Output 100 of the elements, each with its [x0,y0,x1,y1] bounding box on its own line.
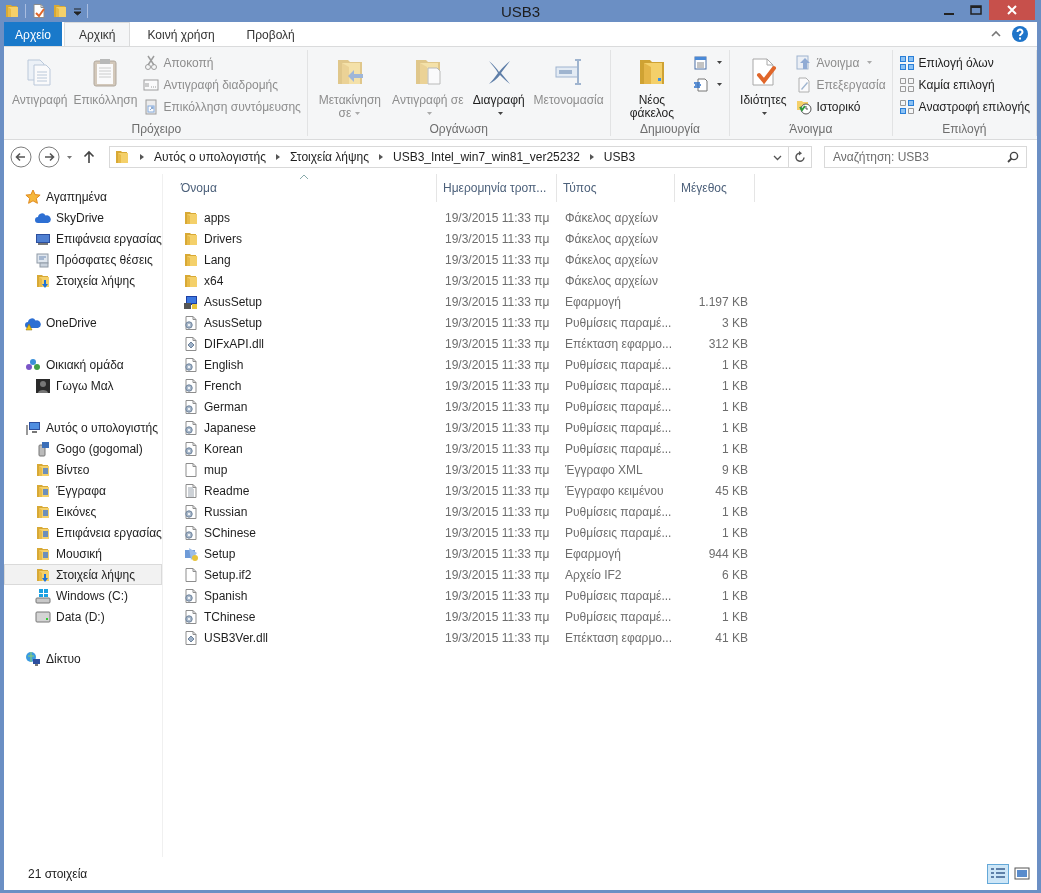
date-cell-text: 19/3/2015 11:33 πμ [444,209,551,227]
file-name[interactable]: Drivers [204,231,242,246]
invert-selection-icon [898,98,915,115]
ribbon-button[interactable]: Ιδιότητες [734,50,793,122]
up-arrow-icon[interactable] [83,150,95,164]
file-name[interactable]: USB3Ver.dll [204,630,269,645]
file-name[interactable]: English [204,357,244,372]
file-name[interactable]: Readme [204,483,250,498]
file-name[interactable]: DIFxAPI.dll [204,336,264,351]
nav-item[interactable]: Αυτός ο υπολογιστής [4,417,162,438]
close-button[interactable] [989,0,1035,20]
library-folder-icon [35,461,51,478]
close-icon [1006,5,1018,15]
date-cell-text: 19/3/2015 11:33 πμ [444,587,551,605]
file-name[interactable]: mup [204,462,228,477]
file-name[interactable]: Setup.if2 [204,567,252,582]
scissors-icon [143,54,160,71]
settings-file-icon [183,356,199,373]
size-cell-text: 1 KB [721,524,749,542]
nav-item[interactable]: Data (D:) [4,606,162,627]
nav-item[interactable]: Επιφάνεια εργασίας [4,522,162,543]
nav-item[interactable]: Αγαπημένα [4,186,162,207]
nav-item[interactable]: Επιφάνεια εργασίας [4,228,162,249]
nav-item[interactable]: Οικιακή ομάδα [4,354,162,375]
file-name[interactable]: AsusSetup [204,294,263,309]
nav-item[interactable]: Δίκτυο [4,648,162,669]
size-cell-text: 1 KB [721,377,749,395]
ribbon-button[interactable]: Ιστορικό [794,96,888,117]
file-name[interactable]: TChinese [204,609,256,624]
breadcrumb-item[interactable]: Αυτός ο υπολογιστής [154,150,266,164]
search-field[interactable]: Αναζήτηση: USB3 [824,146,1027,168]
nav-item[interactable]: Στοιχεία λήψης [4,270,162,291]
breadcrumb-arrow-icon[interactable] [138,153,146,161]
ribbon-button[interactable]: Διαγραφή [467,50,530,122]
details-view-button[interactable] [987,864,1009,884]
details-view-icon [990,867,1006,881]
forward-button[interactable] [38,146,60,168]
back-button[interactable] [10,146,32,168]
type-cell-text: Ρυθμίσεις παραμέ... [564,440,673,458]
nav-item[interactable]: OneDrive [4,312,162,333]
nav-item[interactable]: Στοιχεία λήψης [4,564,162,585]
file-name[interactable]: Lang [204,252,231,267]
ribbon-button[interactable]: Αναστροφή επιλογής [896,96,1032,117]
file-name[interactable]: Russian [204,504,248,519]
breadcrumb-item[interactable]: Στοιχεία λήψης [290,150,369,164]
file-name[interactable]: Spanish [204,588,248,603]
nav-item[interactable]: Εικόνες [4,501,162,522]
nav-item[interactable]: Βίντεο [4,459,162,480]
date-cell-text: 19/3/2015 11:33 πμ [444,356,551,374]
avatar-placeholder [35,377,51,394]
size-cell-text: 1 KB [721,608,749,626]
recent-locations-caret-icon[interactable] [66,153,73,161]
nav-item[interactable]: Πρόσφατες θέσεις [4,249,162,270]
nav-item[interactable]: Μουσική [4,543,162,564]
collapse-ribbon-icon[interactable] [991,29,1001,39]
breadcrumb-item[interactable]: USB3 [603,150,636,164]
type-cell-text: Ρυθμίσεις παραμέ... [564,398,673,416]
ribbon-button[interactable]: Επιλογή όλων [896,52,1032,73]
column-header[interactable]: Όνομα [175,174,437,202]
file-name[interactable]: AsusSetup [204,315,263,330]
folder-icon [183,251,199,268]
date-cell-text: 19/3/2015 11:33 πμ [444,566,551,584]
breadcrumb-arrow-icon[interactable] [587,153,596,161]
ribbon-tab[interactable]: Αρχείο [4,22,62,46]
file-name[interactable]: SChinese [204,525,257,540]
nav-item[interactable]: Γωγω Μαλ [4,375,162,396]
nav-item[interactable]: Gogo (gogomal) [4,438,162,459]
file-name[interactable]: Japanese [204,420,257,435]
file-name[interactable]: apps [204,210,231,225]
column-header[interactable]: Τύπος [557,174,675,202]
ribbon-button[interactable]: Καμία επιλογή [896,74,1032,95]
ribbon-tab[interactable]: Αρχική [64,22,131,46]
date-cell-text: 19/3/2015 11:33 πμ [444,440,551,458]
column-header[interactable]: Μέγεθος [675,174,755,202]
file-name[interactable]: Korean [204,441,243,456]
customize-caret-icon[interactable] [73,6,82,16]
group-label: Άνοιγμα [788,122,834,136]
date-cell-text: 19/3/2015 11:33 πμ [444,398,551,416]
nav-item[interactable]: SkyDrive [4,207,162,228]
breadcrumb-arrow-icon[interactable] [377,153,385,161]
nav-item[interactable]: Windows (C:) [4,585,162,606]
easy-access-icon [693,76,710,93]
file-name[interactable]: French [204,378,242,393]
breadcrumb-arrow-icon[interactable] [274,153,282,161]
ribbon-button[interactable]: Νέος φάκελος [614,50,690,122]
properties-icon[interactable] [31,3,47,19]
address-bar[interactable]: Αυτός ο υπολογιστής Στοιχεία λήψης USB3_Intel_win7_win81_ver25232 USB3 [109,146,812,168]
device-icon [35,440,51,457]
settings-file-icon [183,314,199,331]
dll-file-icon [183,629,199,646]
column-header[interactable]: Ημερομηνία τροπ... [437,174,557,202]
file-name[interactable]: Setup [204,546,236,561]
file-name[interactable]: German [204,399,248,414]
date-cell-text: 19/3/2015 11:33 πμ [444,377,551,395]
select-all-icon [898,54,915,71]
breadcrumb-item[interactable]: USB3_Intel_win7_win81_ver25232 [393,150,580,164]
help-icon[interactable] [1011,25,1029,43]
date-cell-text: 19/3/2015 11:33 πμ [444,482,551,500]
nav-item[interactable]: Έγγραφα [4,480,162,501]
file-name[interactable]: x64 [204,273,224,288]
